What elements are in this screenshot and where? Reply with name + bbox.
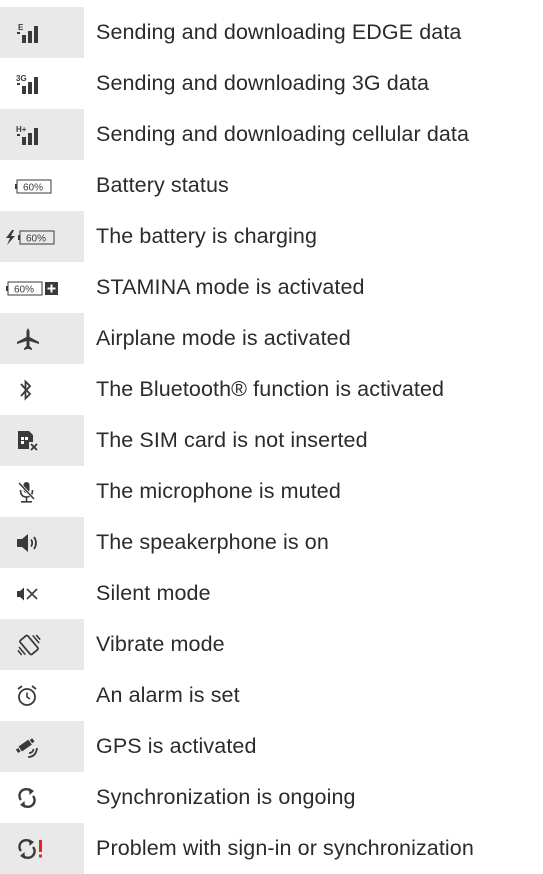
bluetooth-icon — [0, 364, 84, 415]
row-description: STAMINA mode is activated — [96, 275, 365, 299]
row-description: The SIM card is not inserted — [96, 428, 368, 452]
row-description: Sending and downloading 3G data — [96, 71, 430, 95]
speakerphone-icon — [0, 517, 84, 568]
table-row: 3G Sending and downloading 3G data — [0, 58, 543, 109]
status-icon-table: E Sending and downloading EDGE data 3G S… — [0, 0, 543, 874]
vibrate-mode-icon — [0, 619, 84, 670]
row-description: Sending and downloading cellular data — [96, 122, 470, 146]
battery-charging-icon: 60% — [0, 211, 84, 262]
table-row: E Sending and downloading EDGE data — [0, 7, 543, 58]
3g-signal-icon: 3G — [0, 58, 84, 109]
edge-signal-icon: E — [0, 7, 84, 58]
svg-text:60%: 60% — [23, 182, 43, 193]
battery-icon: 60% — [0, 160, 84, 211]
svg-text:3G: 3G — [16, 74, 27, 83]
table-row: 60% The battery is charging — [0, 211, 543, 262]
microphone-muted-icon — [0, 466, 84, 517]
table-row: Airplane mode is activated — [0, 313, 543, 364]
table-row: 60% STAMINA mode is activated — [0, 262, 543, 313]
alarm-icon — [0, 670, 84, 721]
table-row: 60% Battery status — [0, 160, 543, 211]
hplus-signal-icon: H+ — [0, 109, 84, 160]
table-row: The speakerphone is on — [0, 517, 543, 568]
airplane-icon — [0, 313, 84, 364]
row-description: The microphone is muted — [96, 479, 341, 503]
row-description: The speakerphone is on — [96, 530, 329, 554]
row-description: The Bluetooth® function is activated — [96, 377, 445, 401]
table-row: GPS is activated — [0, 721, 543, 772]
row-description: Synchronization is ongoing — [96, 785, 356, 809]
sync-problem-icon — [0, 823, 84, 874]
row-description: An alarm is set — [96, 683, 240, 707]
row-description: GPS is activated — [96, 734, 257, 758]
row-description: The battery is charging — [96, 224, 317, 248]
table-row: Problem with sign-in or synchronization — [0, 823, 543, 874]
row-description: Silent mode — [96, 581, 211, 605]
svg-text:E: E — [18, 23, 24, 32]
gps-icon — [0, 721, 84, 772]
silent-mode-icon — [0, 568, 84, 619]
table-row: Synchronization is ongoing — [0, 772, 543, 823]
table-row: The microphone is muted — [0, 466, 543, 517]
sync-icon — [0, 772, 84, 823]
table-row: The Bluetooth® function is activated — [0, 364, 543, 415]
row-description: Problem with sign-in or synchronization — [96, 836, 474, 860]
svg-text:60%: 60% — [14, 284, 34, 295]
table-row: H+ Sending and downloading cellular data — [0, 109, 543, 160]
table-row: Vibrate mode — [0, 619, 543, 670]
row-description: Vibrate mode — [96, 632, 225, 656]
sim-card-missing-icon — [0, 415, 84, 466]
stamina-battery-icon: 60% — [0, 262, 84, 313]
row-description: Battery status — [96, 173, 229, 197]
table-row: The SIM card is not inserted — [0, 415, 543, 466]
table-row: An alarm is set — [0, 670, 543, 721]
row-description: Airplane mode is activated — [96, 326, 351, 350]
svg-text:60%: 60% — [26, 233, 46, 244]
table-row: Silent mode — [0, 568, 543, 619]
row-description: Sending and downloading EDGE data — [96, 20, 462, 44]
svg-text:H+: H+ — [16, 125, 27, 134]
